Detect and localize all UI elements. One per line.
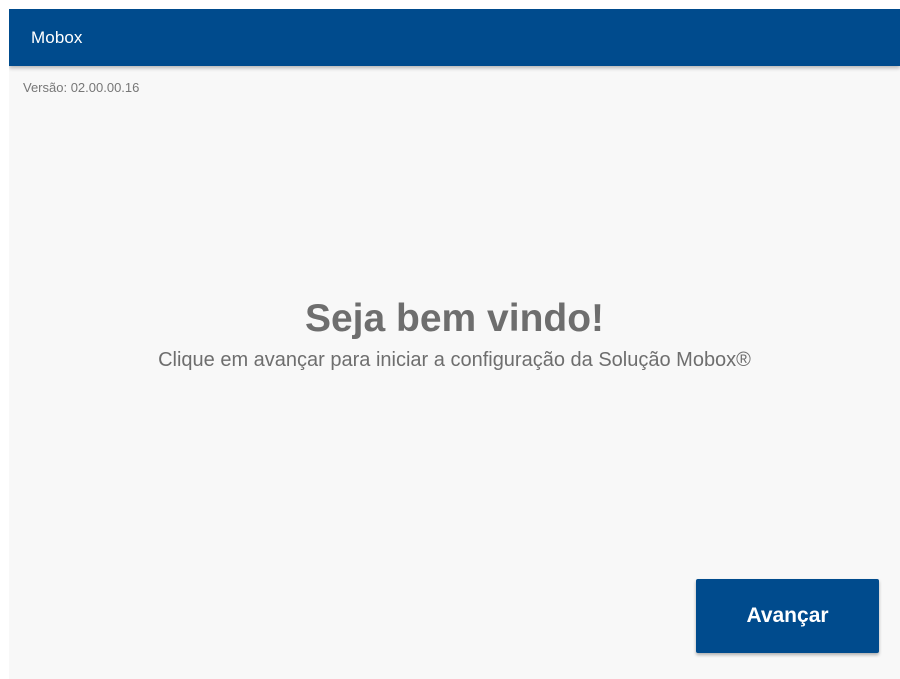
- welcome-subtitle: Clique em avançar para iniciar a configu…: [158, 349, 751, 371]
- version-label: Versão: 02.00.00.16: [23, 80, 140, 95]
- app-bar: Mobox: [9, 9, 900, 66]
- welcome-title: Seja bem vindo!: [304, 297, 605, 340]
- app-screen: Mobox Versão: 02.00.00.16 Seja bem vindo…: [9, 9, 900, 679]
- app-title: Mobox: [31, 27, 83, 47]
- next-button[interactable]: Avançar: [696, 579, 879, 653]
- welcome-section: Seja bem vindo! Clique em avançar para i…: [9, 295, 900, 373]
